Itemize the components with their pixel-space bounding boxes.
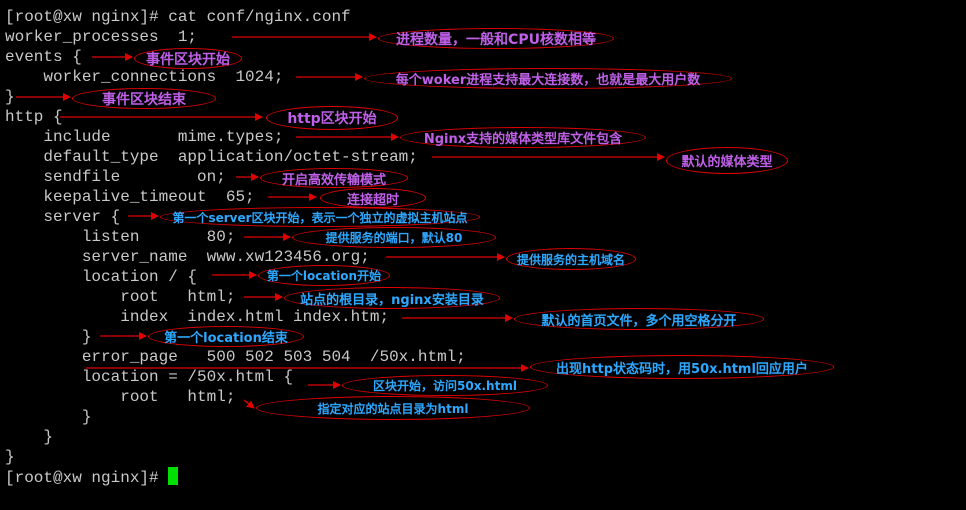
annotation-default-type: 默认的媒体类型 <box>666 147 788 174</box>
annotation-server-name: 提供服务的主机域名 <box>506 248 636 270</box>
annotation-events-end: 事件区块结束 <box>72 88 216 109</box>
annotation-events-start: 事件区块开始 <box>134 48 242 69</box>
annotation-server-start: 第一个server区块开始，表示一个独立的虚拟主机站点 <box>160 207 480 227</box>
annotation-listen: 提供服务的端口，默认80 <box>292 227 496 248</box>
annotation-http-start: http区块开始 <box>266 106 398 130</box>
annotation-include: Nginx支持的媒体类型库文件包含 <box>400 127 646 148</box>
annotation-keepalive: 连接超时 <box>320 188 426 208</box>
annotation-index: 默认的首页文件，多个用空格分开 <box>514 308 764 330</box>
annotation-location-end: 第一个location结束 <box>148 326 304 347</box>
annotation-location-50x: 区块开始，访问50x.html <box>342 375 548 396</box>
annotation-location-start: 第一个location开始 <box>258 265 390 286</box>
annotation-error-page: 出现http状态码时，用50x.html回应用户 <box>530 355 834 379</box>
annotation-root-html: 指定对应的站点目录为html <box>256 396 530 420</box>
annotation-sendfile: 开启高效传输模式 <box>260 168 408 188</box>
arrow <box>243 399 255 409</box>
annotation-worker-processes: 进程数量，一般和CPU核数相等 <box>378 28 614 49</box>
annotation-root: 站点的根目录，nginx安装目录 <box>284 287 500 309</box>
annotation-worker-connections: 每个woker进程支持最大连接数，也就是最大用户数 <box>364 68 732 89</box>
